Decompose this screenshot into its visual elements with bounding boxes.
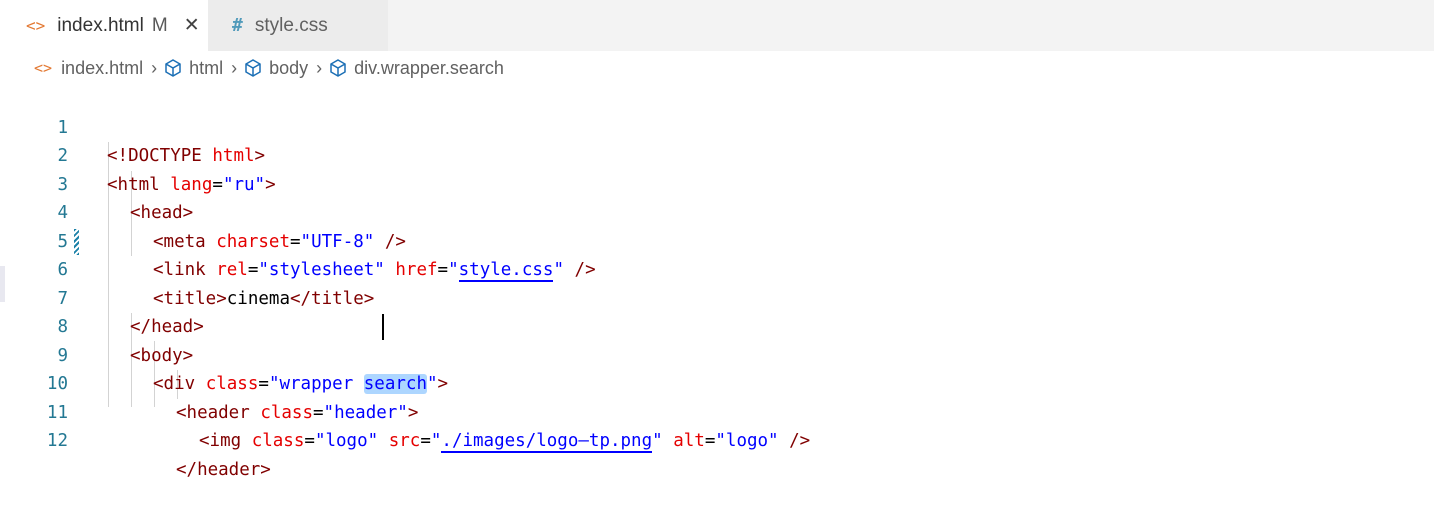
modified-line-gutter-marker[interactable] — [74, 229, 79, 255]
code-line[interactable]: 6 <title>cinema</title> — [0, 228, 1434, 309]
code-line[interactable]: 9 <div class="wrapper search"> — [0, 313, 1434, 394]
tab-label: index.html — [57, 14, 144, 36]
code-line[interactable]: 7 </head> — [0, 256, 1434, 338]
code-line[interactable]: 1 <!DOCTYPE html> — [0, 85, 1434, 167]
chevron-right-icon: › — [316, 57, 323, 78]
tab-bar: <> index.html M ✕ # style.css — [0, 0, 1434, 51]
tab-label: style.css — [254, 14, 328, 36]
code-line[interactable]: 12 </header> — [0, 399, 1434, 480]
line-number: 12 — [46, 431, 68, 451]
symbol-cube-icon — [245, 59, 261, 77]
breadcrumb-label: div.wrapper.search — [354, 57, 504, 78]
code-editor[interactable]: 1 <!DOCTYPE html> 2 <html lang="ru"> 3 <… — [0, 85, 1434, 480]
code-line[interactable]: 11 <img class="logo" src="./images/logo—… — [0, 370, 1434, 453]
breadcrumb: <> index.html › html › body › div.wrappe… — [0, 51, 1434, 85]
modified-indicator: M — [151, 14, 168, 36]
tab-style-css[interactable]: # style.css — [208, 0, 388, 51]
code-line[interactable]: 5 <link rel="stylesheet" href="style.css… — [0, 199, 1434, 282]
close-icon[interactable]: ✕ — [184, 14, 200, 37]
breadcrumb-item-body[interactable]: body — [243, 58, 308, 79]
symbol-cube-icon — [165, 59, 181, 77]
symbol-cube-icon — [330, 59, 346, 77]
text-cursor — [382, 314, 384, 340]
code-line[interactable]: 3 <head> — [0, 142, 1434, 224]
tab-index-html[interactable]: <> index.html M ✕ — [0, 0, 208, 51]
breadcrumb-item-div[interactable]: div.wrapper.search — [328, 58, 504, 79]
breadcrumb-label: body — [269, 57, 309, 78]
breadcrumb-item-html[interactable]: html — [163, 58, 223, 79]
chevron-right-icon: › — [231, 57, 238, 78]
code-line[interactable]: 4 <meta charset="UTF-8" /> — [0, 171, 1434, 252]
chevron-right-icon: › — [151, 57, 158, 78]
code-line[interactable]: 8 <body> — [0, 285, 1434, 366]
link-logo-image[interactable]: ./images/logo—tp.png — [441, 431, 653, 453]
css-file-icon: # — [232, 15, 243, 36]
html-file-icon: <> — [26, 16, 46, 35]
code-line[interactable]: 2 <html lang="ru"> — [0, 114, 1434, 195]
breadcrumb-item-file[interactable]: index.html — [61, 58, 143, 79]
html-file-icon: <> — [34, 59, 53, 77]
code-line[interactable]: 10 <header class="header"> — [0, 342, 1434, 423]
breadcrumb-label: html — [189, 57, 224, 78]
